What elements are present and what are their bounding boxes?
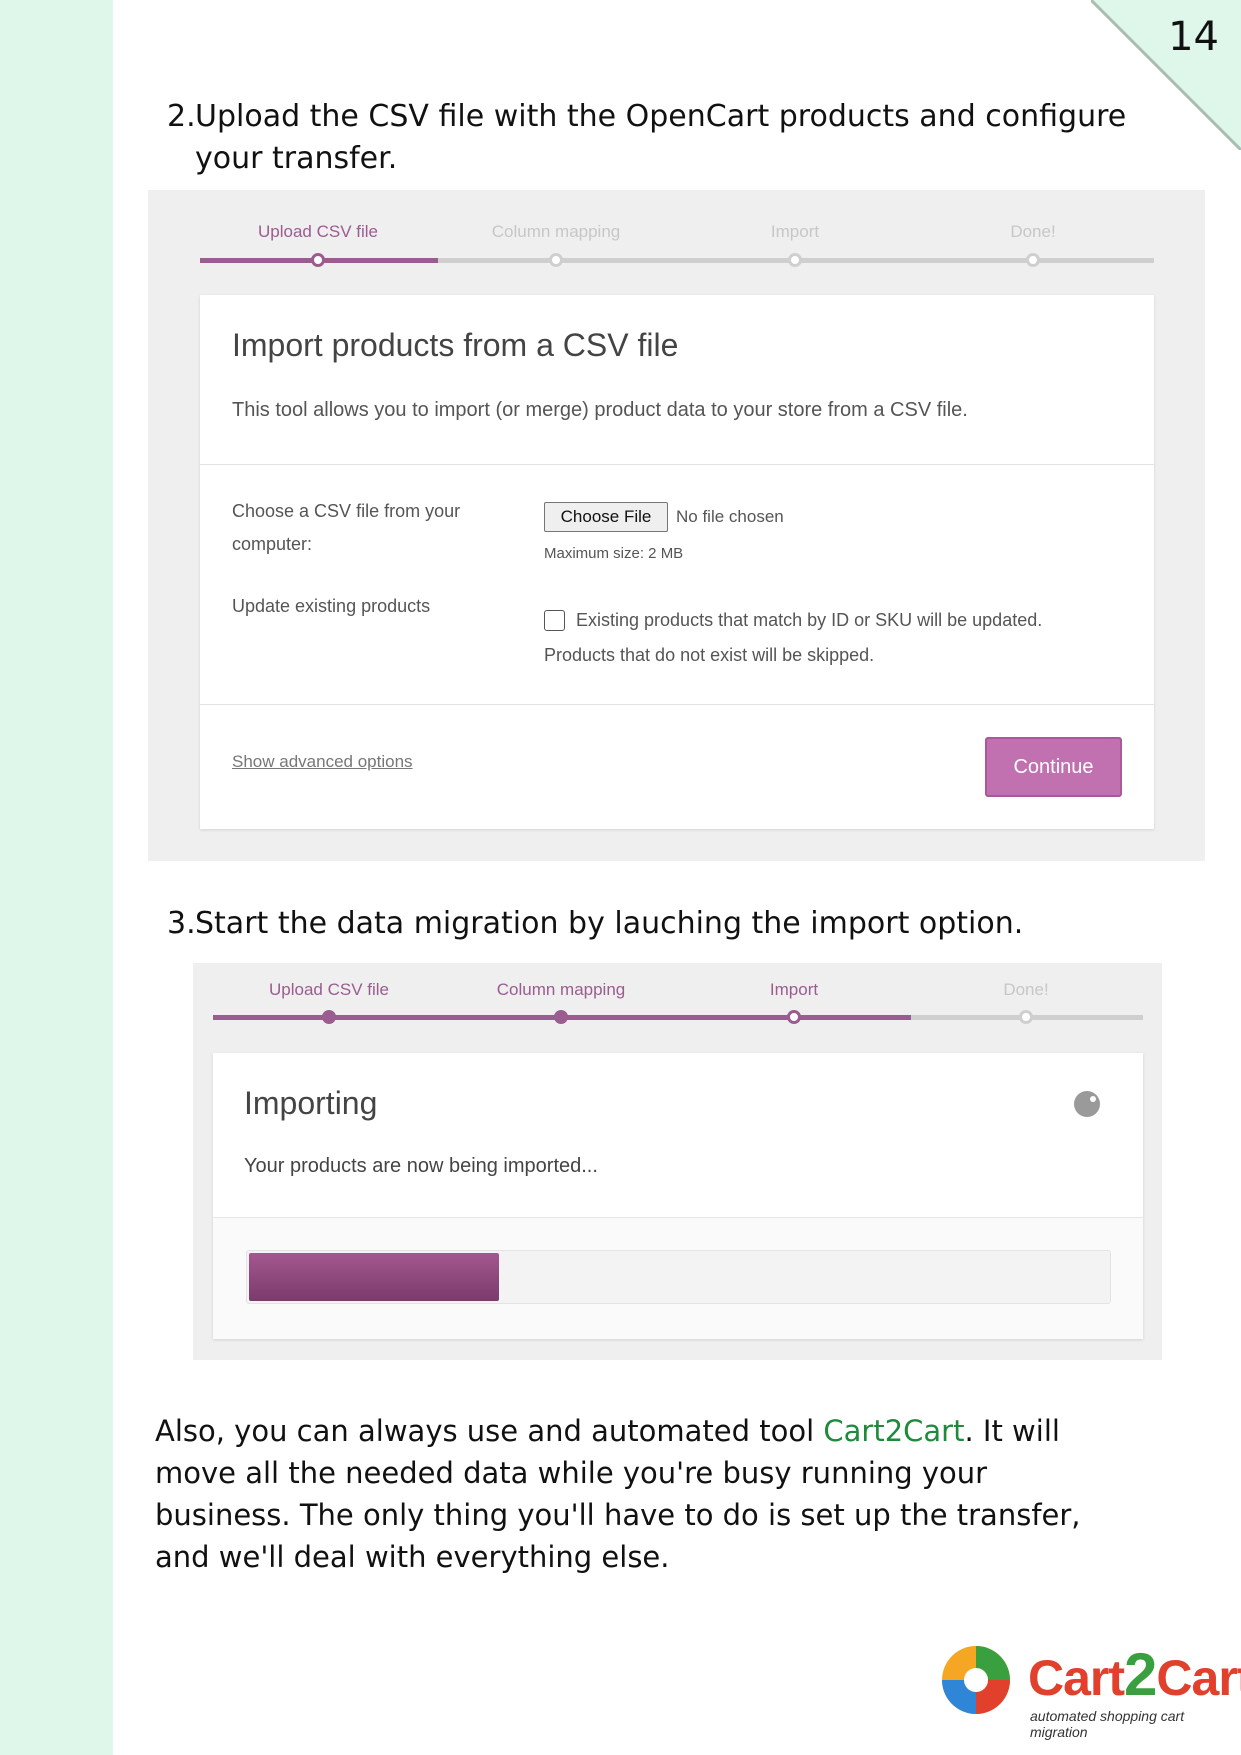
wizard-step-mapping: Column mapping (441, 978, 681, 1002)
update-help-text-1: Existing products that match by ID or SK… (576, 610, 1043, 630)
file-field-label: Choose a CSV file from your computer: (232, 501, 461, 554)
cart2cart-link[interactable]: Cart2Cart (823, 1414, 964, 1448)
wizard-dot-done (1019, 1010, 1033, 1024)
logo-part-2: 2 (1124, 1641, 1157, 1708)
wizard-step-done: Done! (913, 220, 1153, 244)
wizard-step-done: Done! (906, 978, 1146, 1002)
wizard-dot-upload (322, 1010, 336, 1024)
choose-file-button[interactable]: Choose File (544, 502, 668, 532)
import-form-card: Import products from a CSV file This too… (200, 295, 1154, 829)
show-advanced-options-link[interactable]: Show advanced options (232, 752, 413, 772)
logo-part-cart: Cart (1156, 1650, 1241, 1706)
wizard-step-label: Column mapping (491, 222, 621, 241)
continue-button[interactable]: Continue (985, 737, 1122, 797)
wizard-step-label: Done! (1010, 222, 1056, 241)
wizard-step-label: Upload CSV file (257, 222, 378, 241)
step-2-text: Upload the CSV file with the OpenCart pr… (195, 99, 1127, 176)
logo-part-cart: Cart (1028, 1650, 1125, 1706)
form-description: This tool allows you to import (or merge… (232, 399, 968, 421)
update-existing-checkbox[interactable] (544, 610, 565, 631)
logo-tagline: automated shopping cart migration (1030, 1708, 1185, 1740)
cart2cart-swirl-icon (942, 1646, 1010, 1714)
step-2-number: 2. (167, 99, 196, 134)
paragraph-text-start: Also, you can always use and automated t… (155, 1414, 824, 1448)
import-progress-fill (249, 1253, 499, 1301)
importing-screenshot: Upload CSV file Column mapping Import Do… (193, 963, 1162, 1360)
wizard-step-label: Done! (1003, 980, 1049, 999)
wizard-step-label: Upload CSV file (268, 980, 389, 999)
wizard-dot-mapping (554, 1010, 568, 1024)
max-size-note: Maximum size: 2 MB (544, 545, 684, 562)
import-progress-bar (246, 1250, 1111, 1304)
importing-description: Your products are now being imported... (244, 1155, 598, 1177)
closing-paragraph: Also, you can always use and automated t… (155, 1410, 1115, 1578)
wizard-dot-upload (311, 253, 325, 267)
wizard-dot-mapping (549, 253, 563, 267)
no-file-text: No file chosen (676, 507, 784, 526)
wizard-step-import: Import (675, 220, 915, 244)
cart2cart-logo: Cart2Cart automated shopping cart migrat… (936, 1640, 1241, 1740)
divider (200, 704, 1154, 705)
wizard-step-upload: Upload CSV file (198, 220, 438, 244)
wizard-dot-done (1026, 253, 1040, 267)
step-3-text: Start the data migration by lauching the… (195, 906, 1024, 941)
importing-card: Importing Your products are now being im… (213, 1053, 1143, 1339)
wizard-dot-import (788, 253, 802, 267)
page-number: 14 (1168, 14, 1219, 60)
wizard-step-label: Import (769, 980, 819, 999)
wizard-step-upload: Upload CSV file (209, 978, 449, 1002)
form-title: Import products from a CSV file (232, 327, 679, 363)
update-help-text-2: Products that do not exist will be skipp… (544, 645, 875, 665)
wizard-step-label: Column mapping (496, 980, 626, 999)
divider (200, 464, 1154, 465)
wizard-step-mapping: Column mapping (436, 220, 676, 244)
left-decorative-strip (0, 0, 113, 1755)
wizard-step-import: Import (674, 978, 914, 1002)
logo-wordmark: Cart2Cart (1028, 1640, 1241, 1709)
wizard-step-label: Import (770, 222, 820, 241)
step-3-heading: 3. Start the data migration by lauching … (167, 903, 1147, 945)
importing-title: Importing (244, 1085, 378, 1121)
wizard-dot-import (787, 1010, 801, 1024)
update-field-label: Update existing products (232, 596, 431, 616)
upload-csv-screenshot: Upload CSV file Column mapping Import Do… (148, 190, 1205, 861)
step-3-number: 3. (167, 906, 196, 941)
step-2-heading: 2. Upload the CSV file with the OpenCart… (167, 96, 1147, 180)
spinner-icon (1074, 1091, 1100, 1117)
